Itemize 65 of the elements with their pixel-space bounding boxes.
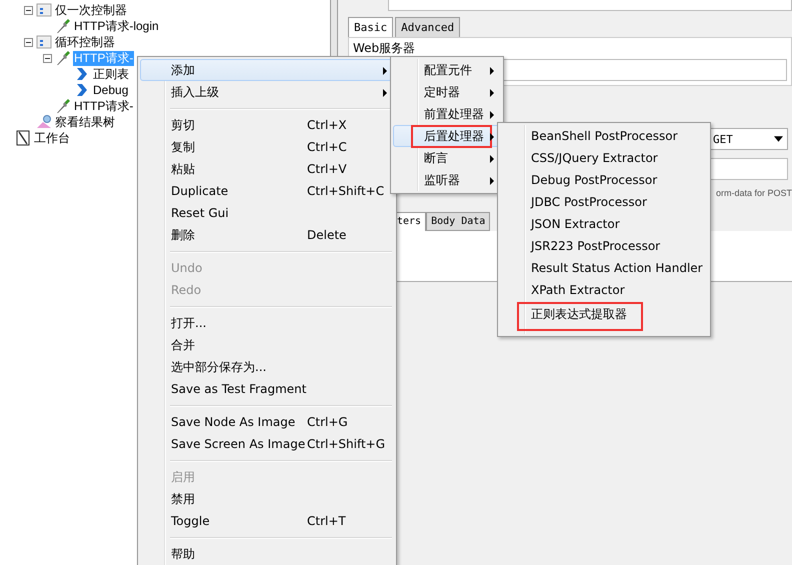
menu-item[interactable]: Save Node As Image Ctrl+G [140,411,394,433]
menu-item[interactable]: 复制 Ctrl+C [140,136,394,158]
submenu-arrow-icon [490,133,494,141]
menu-item[interactable]: XPath Extractor [500,279,708,301]
submenu-arrow-icon [490,111,494,119]
menu-item[interactable]: BeanShell PostProcessor [500,125,708,147]
submenu-arrow-icon [490,177,494,185]
group-title: Web服务器 [353,40,416,57]
menu-item[interactable]: 断言 [393,147,501,169]
menu-item[interactable]: JSON Extractor [500,213,708,235]
collapse-icon[interactable] [24,38,33,46]
controller-icon [36,2,52,18]
menu-item[interactable]: Save as Test Fragment [140,378,394,400]
menu-item[interactable]: JSR223 PostProcessor [500,235,708,257]
workbench-icon [15,130,31,146]
collapse-icon[interactable] [24,6,33,14]
menu-item[interactable]: 配置元件 [393,59,501,81]
controller-icon [36,34,52,50]
menu-item[interactable]: Result Status Action Handler [500,257,708,279]
tree-item[interactable]: 正则表 [92,66,130,82]
collapse-icon[interactable] [43,54,52,62]
arrow-icon [74,66,90,82]
tree-item[interactable]: 工作台 [33,130,71,146]
submenu-arrow-icon [383,89,387,97]
caret-icon [774,136,783,142]
menu-item[interactable]: 监听器 [393,169,501,191]
submenu-arrow-icon [490,89,494,97]
menu-item[interactable]: 选中部分保存为... [140,356,394,378]
menu-item[interactable]: 前置处理器 [393,103,501,125]
tree-item[interactable]: HTTP请求-login [73,18,160,34]
name-field[interactable] [388,0,792,11]
menu-item[interactable]: 合并 [140,334,394,356]
menu-item[interactable]: 删除 Delete [140,224,394,246]
option-label: orm-data for POST [716,188,792,198]
arrow-icon [74,82,90,98]
tree-item[interactable]: HTTP请求- [73,98,134,114]
menu-item[interactable]: Duplicate Ctrl+Shift+C [140,180,394,202]
menu-item[interactable]: 插入上级 [140,81,394,103]
tree-item[interactable]: Debug [92,82,130,98]
menu-item[interactable]: 粘贴 Ctrl+V [140,158,394,180]
menu-item[interactable]: CSS/JQuery Extractor [500,147,708,169]
menu-item[interactable]: 打开... [140,312,394,334]
chart-icon [36,114,52,130]
tree-item[interactable]: 察看结果树 [54,114,116,130]
tab[interactable]: Body Data [426,212,490,231]
menu-item[interactable]: 定时器 [393,81,501,103]
menu-item[interactable]: 剪切 Ctrl+X [140,114,394,136]
pipette-icon [55,18,71,34]
tab[interactable]: Basic [348,17,394,37]
pipette-icon [55,50,71,66]
submenu-arrow-icon [490,67,494,75]
tree-item[interactable]: 仅一次控制器 [54,2,128,18]
tree-item[interactable]: 循环控制器 [54,34,116,50]
menu-item[interactable]: Debug PostProcessor [500,169,708,191]
submenu-arrow-icon [490,155,494,163]
menu-item[interactable]: Save Screen As Image Ctrl+Shift+G [140,433,394,455]
pipette-icon [55,98,71,114]
tab[interactable]: Advanced [395,17,460,37]
menu-item[interactable]: 禁用 [140,488,394,510]
menu-item[interactable]: JDBC PostProcessor [500,191,708,213]
submenu-arrow-icon [383,67,387,75]
method-dropdown[interactable]: GET [709,128,788,150]
menu-item[interactable]: Reset Gui [140,202,394,224]
menu-item[interactable]: Toggle Ctrl+T [140,510,394,532]
menu-item[interactable]: 帮助 [140,543,394,565]
